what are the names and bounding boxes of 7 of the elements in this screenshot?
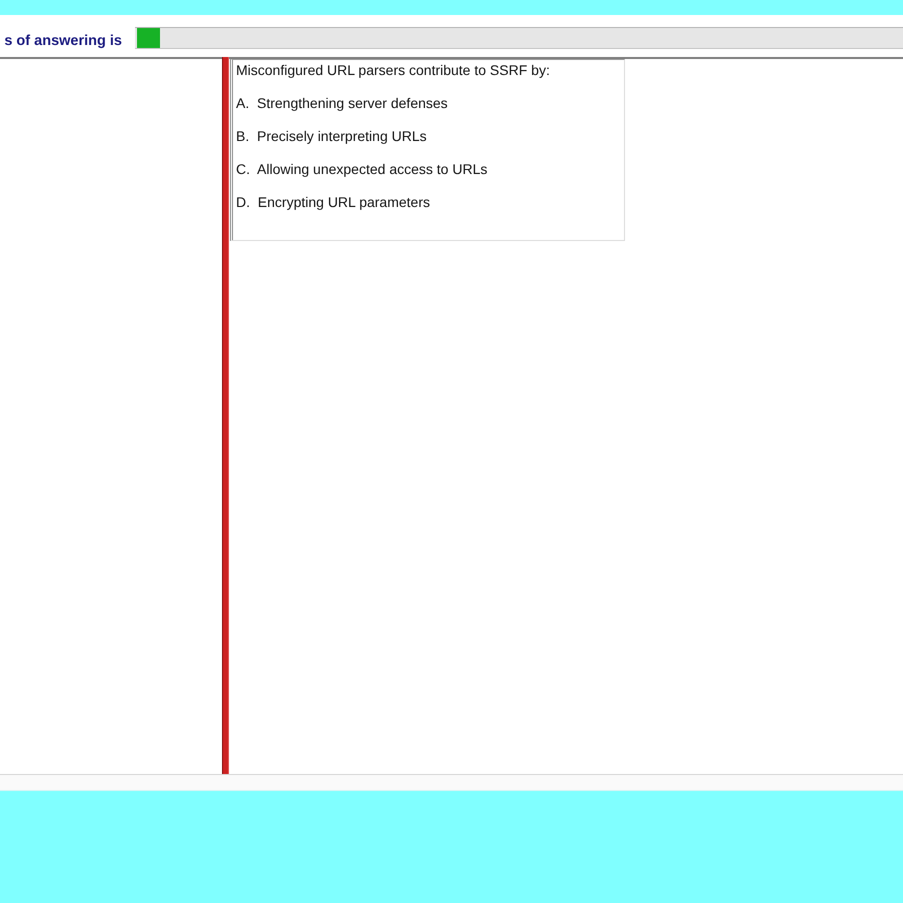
splitter-handle[interactable]: [222, 57, 229, 774]
answer-option: B. Precisely interpreting URLs: [236, 128, 427, 145]
answer-option: D. Encrypting URL parameters: [236, 194, 430, 211]
progress-label: s of answering is: [4, 33, 122, 49]
answer-option: C. Allowing unexpected access to URLs: [236, 161, 488, 178]
answer-option: A. Strengthening server defenses: [236, 95, 448, 112]
question-text: Misconfigured URL parsers contribute to SSRF by:: [236, 62, 550, 79]
